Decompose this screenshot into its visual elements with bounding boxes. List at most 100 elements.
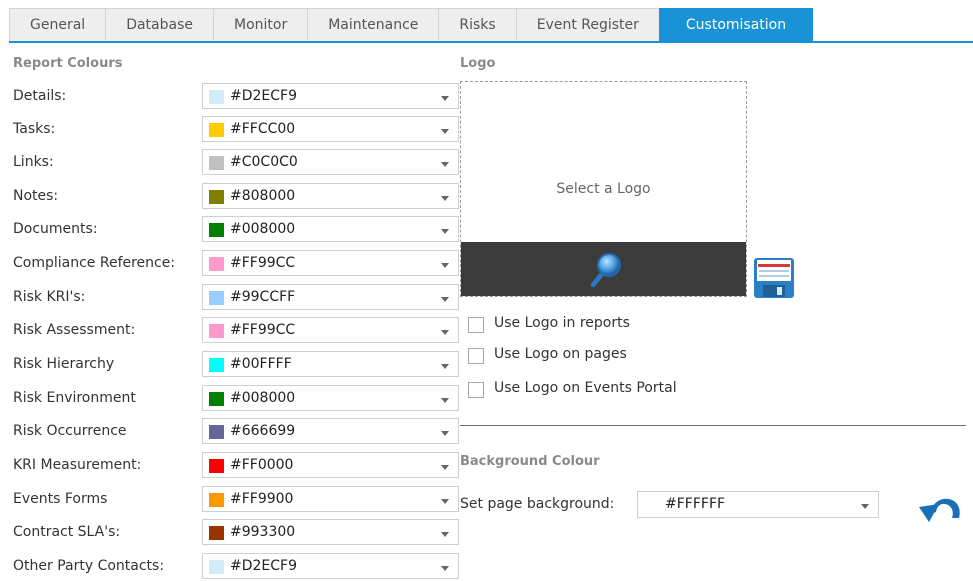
colour-hex-value: #FF99CC — [230, 322, 296, 338]
colour-picker-risk-occurrence[interactable]: #666699 — [202, 418, 459, 444]
background-colour-select[interactable]: #FFFFFF — [637, 491, 879, 518]
colour-swatch — [209, 324, 224, 338]
chevron-down-icon — [441, 398, 449, 403]
chevron-down-icon — [441, 162, 449, 167]
tab-underline — [9, 41, 973, 43]
logo-browse-bar[interactable] — [461, 242, 746, 296]
colour-label: Risk Environment — [13, 390, 136, 406]
chevron-down-icon — [861, 504, 869, 509]
colour-picker-tasks[interactable]: #FFCC00 — [202, 116, 459, 142]
undo-icon[interactable] — [917, 490, 963, 524]
colour-row-kri-measurement: KRI Measurement: #FF0000 — [13, 452, 459, 480]
colour-row-risk-assessment: Risk Assessment: #FF99CC — [13, 317, 459, 345]
colour-hex-value: #FF9900 — [230, 491, 294, 507]
colour-picker-compliance-reference[interactable]: #FF99CC — [202, 250, 459, 276]
colour-picker-links[interactable]: #C0C0C0 — [202, 149, 459, 175]
logo-dropzone[interactable]: Select a Logo — [460, 81, 747, 297]
chevron-down-icon — [441, 499, 449, 504]
chevron-down-icon — [441, 431, 449, 436]
colour-hex-value: #FF0000 — [230, 457, 294, 473]
colour-row-compliance-reference: Compliance Reference: #FF99CC — [13, 250, 459, 278]
colour-picker-details[interactable]: #D2ECF9 — [202, 83, 459, 109]
chevron-down-icon — [441, 566, 449, 571]
colour-row-links: Links: #C0C0C0 — [13, 149, 459, 177]
colour-hex-value: #FFCC00 — [230, 121, 296, 137]
colour-row-tasks: Tasks: #FFCC00 — [13, 116, 459, 144]
use-logo-reports-checkbox[interactable] — [468, 317, 484, 333]
colour-hex-value: #C0C0C0 — [230, 154, 298, 170]
tab-monitor[interactable]: Monitor — [213, 8, 309, 41]
logo-title: Logo — [460, 56, 496, 71]
tab-risks[interactable]: Risks — [438, 8, 517, 41]
magnifier-icon[interactable] — [591, 251, 623, 287]
colour-swatch — [209, 156, 224, 170]
colour-picker-risk-environment[interactable]: #008000 — [202, 385, 459, 411]
tab-maintenance[interactable]: Maintenance — [307, 8, 440, 41]
colour-hex-value: #D2ECF9 — [230, 558, 297, 574]
colour-hex-value: #008000 — [230, 221, 296, 237]
colour-row-other-party-contacts: Other Party Contacts: #D2ECF9 — [13, 553, 459, 581]
colour-label: Notes: — [13, 188, 59, 204]
tab-bar: General Database Monitor Maintenance Ris… — [9, 8, 814, 42]
colour-row-risk-environment: Risk Environment #008000 — [13, 385, 459, 413]
colour-label: Links: — [13, 154, 54, 170]
background-label: Set page background: — [460, 496, 615, 512]
colour-label: Other Party Contacts: — [13, 558, 165, 574]
colour-picker-notes[interactable]: #808000 — [202, 183, 459, 209]
colour-picker-documents[interactable]: #008000 — [202, 216, 459, 242]
colour-swatch — [209, 560, 224, 574]
chevron-down-icon — [441, 532, 449, 537]
colour-hex-value: #993300 — [230, 524, 296, 540]
colour-picker-contract-sla-s[interactable]: #993300 — [202, 519, 459, 545]
colour-row-risk-occurrence: Risk Occurrence #666699 — [13, 418, 459, 446]
chevron-down-icon — [441, 263, 449, 268]
colour-swatch — [209, 392, 224, 406]
colour-row-events-forms: Events Forms #FF9900 — [13, 486, 459, 514]
chevron-down-icon — [441, 364, 449, 369]
colour-swatch — [209, 459, 224, 473]
colour-picker-risk-kri-s[interactable]: #99CCFF — [202, 284, 459, 310]
chevron-down-icon — [441, 96, 449, 101]
colour-label: Documents: — [13, 221, 98, 237]
chevron-down-icon — [441, 129, 449, 134]
colour-label: Tasks: — [13, 121, 56, 137]
colour-row-risk-hierarchy: Risk Hierarchy #00FFFF — [13, 351, 459, 379]
colour-picker-other-party-contacts[interactable]: #D2ECF9 — [202, 553, 459, 579]
colour-swatch — [209, 123, 224, 137]
colour-label: KRI Measurement: — [13, 457, 142, 473]
colour-label: Risk KRI's: — [13, 289, 86, 305]
colour-row-details: Details: #D2ECF9 — [13, 83, 459, 111]
colour-picker-risk-assessment[interactable]: #FF99CC — [202, 317, 459, 343]
colour-swatch — [209, 358, 224, 372]
colour-hex-value: #808000 — [230, 188, 296, 204]
use-logo-reports-label: Use Logo in reports — [494, 315, 630, 331]
chevron-down-icon — [441, 330, 449, 335]
colour-label: Risk Assessment: — [13, 322, 136, 338]
colour-hex-value: #666699 — [230, 423, 296, 439]
tab-event-register[interactable]: Event Register — [515, 8, 660, 41]
chevron-down-icon — [441, 196, 449, 201]
colour-picker-risk-hierarchy[interactable]: #00FFFF — [202, 351, 459, 377]
tab-customisation[interactable]: Customisation — [658, 8, 814, 41]
colour-label: Contract SLA's: — [13, 524, 121, 540]
colour-swatch — [209, 90, 224, 104]
chevron-down-icon — [441, 465, 449, 470]
tab-general[interactable]: General — [9, 8, 107, 41]
use-logo-events-portal-checkbox[interactable] — [468, 382, 484, 398]
colour-hex-value: #D2ECF9 — [230, 88, 297, 104]
report-colours-title: Report Colours — [13, 56, 123, 71]
use-logo-events-portal-label: Use Logo on Events Portal — [494, 380, 677, 396]
colour-swatch — [209, 190, 224, 204]
tab-database[interactable]: Database — [105, 8, 214, 41]
use-logo-pages-checkbox[interactable] — [468, 348, 484, 364]
colour-label: Risk Occurrence — [13, 423, 127, 439]
colour-row-risk-kri-s: Risk KRI's: #99CCFF — [13, 284, 459, 312]
colour-label: Details: — [13, 88, 67, 104]
colour-picker-kri-measurement[interactable]: #FF0000 — [202, 452, 459, 478]
colour-label: Compliance Reference: — [13, 255, 176, 271]
colour-picker-events-forms[interactable]: #FF9900 — [202, 486, 459, 512]
save-icon[interactable] — [753, 257, 795, 299]
use-logo-pages-label: Use Logo on pages — [494, 346, 627, 362]
colour-label: Events Forms — [13, 491, 108, 507]
colour-swatch — [209, 223, 224, 237]
